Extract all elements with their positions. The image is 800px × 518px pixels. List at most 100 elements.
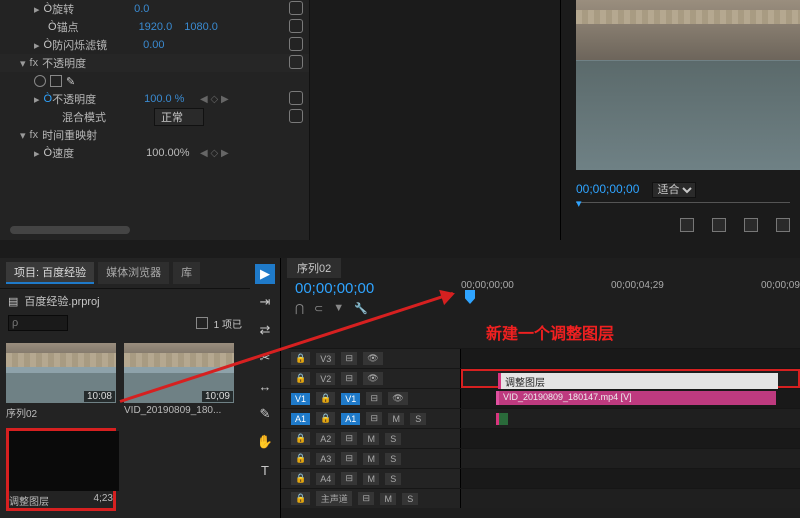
- track-lane[interactable]: [461, 489, 800, 508]
- sequence-tab[interactable]: 序列02: [287, 258, 341, 278]
- program-timecode[interactable]: 00;00;00;00: [576, 182, 639, 196]
- project-item[interactable]: 10;09 VID_20190809_180...: [124, 343, 234, 420]
- overwrite-button[interactable]: [776, 218, 790, 232]
- disclose-icon[interactable]: ▸: [34, 93, 40, 106]
- track-visibility-icon[interactable]: 👁: [363, 352, 382, 365]
- marker-icon[interactable]: ▼: [333, 302, 344, 315]
- pen-tool-icon[interactable]: ✎: [255, 404, 275, 424]
- track-select-tool-icon[interactable]: ⇥: [255, 292, 275, 312]
- razor-tool-icon[interactable]: ✂: [255, 348, 275, 368]
- timeline-timecode[interactable]: 00;00;00;00: [295, 280, 374, 297]
- stopwatch-icon[interactable]: Ò: [44, 3, 53, 15]
- track-output-icon[interactable]: ⊟: [366, 392, 382, 405]
- preview-ruler[interactable]: ▾: [576, 202, 790, 216]
- tab-library[interactable]: 库: [173, 262, 200, 284]
- track-lock-icon[interactable]: 🔒: [291, 352, 310, 365]
- reset-icon[interactable]: [289, 1, 303, 15]
- disclose-icon[interactable]: ▾: [20, 57, 26, 70]
- blend-mode-select[interactable]: 正常: [154, 108, 204, 126]
- audio-clip[interactable]: [496, 413, 508, 425]
- reset-icon[interactable]: [289, 37, 303, 51]
- track-lane[interactable]: [461, 409, 800, 428]
- search-input[interactable]: [8, 315, 68, 331]
- reset-icon[interactable]: [289, 19, 303, 33]
- disclose-icon[interactable]: ▸: [34, 39, 40, 52]
- track-lock-icon[interactable]: 🔒: [316, 392, 335, 405]
- adjustment-layer-clip[interactable]: 调整图层: [498, 373, 778, 389]
- reset-icon[interactable]: [289, 91, 303, 105]
- track-target[interactable]: A4: [316, 473, 335, 485]
- disclose-icon[interactable]: ▾: [20, 129, 26, 142]
- track-lane[interactable]: [461, 449, 800, 468]
- track-target[interactable]: A3: [316, 453, 335, 465]
- track-target[interactable]: V1: [341, 393, 360, 405]
- track-lane[interactable]: [461, 469, 800, 488]
- stopwatch-icon[interactable]: Ò: [44, 93, 53, 105]
- playhead-icon[interactable]: ▾: [576, 197, 582, 210]
- video-clip[interactable]: VID_20190809_180147.mp4 [V]: [496, 391, 776, 405]
- mute-button[interactable]: M: [363, 453, 379, 465]
- track-target[interactable]: A1: [341, 413, 360, 425]
- reset-icon[interactable]: [289, 55, 303, 69]
- track-visibility-icon[interactable]: 👁: [363, 372, 382, 385]
- track-output-icon[interactable]: ⊟: [341, 452, 357, 465]
- ripple-tool-icon[interactable]: ⇄: [255, 320, 275, 340]
- keyframe-nav[interactable]: ◀ ◇ ▶: [200, 94, 229, 105]
- solo-button[interactable]: S: [385, 473, 401, 485]
- track-lane[interactable]: [461, 429, 800, 448]
- opacity-value[interactable]: 100.0 %: [144, 93, 184, 105]
- track-lock-icon[interactable]: 🔒: [291, 492, 310, 505]
- mark-in-button[interactable]: [680, 218, 694, 232]
- track-target[interactable]: A2: [316, 433, 335, 445]
- disclose-icon[interactable]: ▸: [34, 3, 40, 16]
- disclose-icon[interactable]: ▸: [34, 147, 40, 160]
- tab-project[interactable]: 项目: 百度经验: [6, 262, 94, 284]
- playhead-icon[interactable]: [465, 290, 475, 304]
- track-lock-icon[interactable]: 🔒: [291, 372, 310, 385]
- track-target[interactable]: V2: [316, 373, 335, 385]
- tab-media-browser[interactable]: 媒体浏览器: [98, 262, 169, 284]
- type-tool-icon[interactable]: T: [255, 460, 275, 480]
- pen-mask-icon[interactable]: ✎: [66, 75, 75, 88]
- selection-tool-icon[interactable]: ▶: [255, 264, 275, 284]
- linked-selection-icon[interactable]: ⊂: [314, 302, 323, 315]
- source-patch[interactable]: A1: [291, 413, 310, 425]
- mute-button[interactable]: M: [363, 473, 379, 485]
- mark-out-button[interactable]: [712, 218, 726, 232]
- track-output-icon[interactable]: ⊟: [341, 352, 357, 365]
- stopwatch-icon[interactable]: Ò: [48, 21, 57, 33]
- rect-mask-icon[interactable]: [50, 75, 62, 87]
- speed-value[interactable]: 100.00%: [146, 147, 189, 159]
- stopwatch-icon[interactable]: Ò: [44, 39, 53, 51]
- mute-button[interactable]: M: [363, 433, 379, 445]
- scrollbar-thumb[interactable]: [10, 226, 130, 234]
- solo-button[interactable]: S: [385, 433, 401, 445]
- antiflicker-value[interactable]: 0.00: [143, 39, 164, 51]
- mute-button[interactable]: ⊟: [366, 412, 382, 425]
- slip-tool-icon[interactable]: ↔: [255, 376, 275, 396]
- ellipse-mask-icon[interactable]: [34, 75, 46, 87]
- stopwatch-icon[interactable]: Ò: [44, 147, 53, 159]
- adjustment-layer-item[interactable]: 调整图层4;23: [6, 428, 116, 511]
- track-lane[interactable]: [461, 349, 800, 368]
- track-output-icon[interactable]: ⊟: [341, 472, 357, 485]
- track-output-icon[interactable]: ⊟: [341, 432, 357, 445]
- anchor-x[interactable]: 1920.0: [139, 21, 173, 33]
- anchor-y[interactable]: 1080.0: [184, 21, 218, 33]
- solo-button[interactable]: S: [385, 453, 401, 465]
- snap-icon[interactable]: ⋂: [295, 302, 304, 315]
- mute-button[interactable]: M: [380, 493, 396, 505]
- track-lock-icon[interactable]: 🔒: [316, 412, 335, 425]
- track-lock-icon[interactable]: 🔒: [291, 472, 310, 485]
- zoom-select[interactable]: 适合: [652, 182, 696, 198]
- track-output-icon[interactable]: ⊟: [358, 492, 374, 505]
- solo-button[interactable]: S: [402, 493, 418, 505]
- project-item[interactable]: 10:08 序列02: [6, 343, 116, 420]
- insert-button[interactable]: [744, 218, 758, 232]
- settings-icon[interactable]: 🔧: [354, 302, 368, 315]
- source-patch[interactable]: V1: [291, 393, 310, 405]
- reset-icon[interactable]: [289, 109, 303, 123]
- track-visibility-icon[interactable]: 👁: [388, 392, 407, 405]
- track-lock-icon[interactable]: 🔒: [291, 452, 310, 465]
- track-target[interactable]: V3: [316, 353, 335, 365]
